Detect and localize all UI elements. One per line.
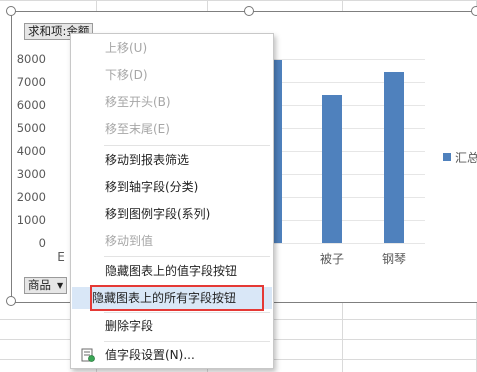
menu-item-label: 移动到值 — [105, 234, 154, 248]
menu-item-label: 移至末尾(E) — [105, 122, 170, 136]
resize-handle-bottom-left[interactable] — [6, 296, 16, 306]
menu-item-label: 下移(D) — [105, 68, 148, 82]
menu-item-move-to-axis-field[interactable]: 移到轴字段(分类) — [72, 176, 272, 198]
resize-handle-top-middle[interactable] — [244, 6, 254, 16]
x-category-label: E — [57, 250, 65, 264]
menu-separator — [104, 145, 270, 146]
menu-item-label: 删除字段 — [105, 319, 154, 333]
menu-item-move-to-values[interactable]: 移动到值 — [72, 230, 272, 252]
resize-handle-top-left[interactable] — [6, 6, 16, 16]
legend-swatch — [443, 153, 451, 161]
grid-row-line — [0, 0, 477, 1]
menu-separator — [104, 312, 270, 313]
menu-item-label: 移动到报表筛选 — [105, 153, 190, 167]
context-menu: 上移(U) 下移(D) 移至开头(B) 移至末尾(E) 移动到报表筛选 移到轴字… — [70, 33, 274, 369]
menu-item-label: 上移(U) — [105, 41, 148, 55]
menu-item-hide-value-field-buttons[interactable]: 隐藏图表上的值字段按钮 — [72, 260, 272, 282]
y-tick-label: 1000 — [16, 213, 46, 227]
menu-item-label: 移到图例字段(系列) — [105, 207, 211, 221]
x-category-label: 钢琴 — [381, 252, 406, 266]
y-tick-label: 3000 — [16, 167, 46, 181]
y-tick-label: 4000 — [16, 144, 46, 158]
legend-label: 汇总 — [455, 151, 477, 165]
y-tick-label: 5000 — [16, 121, 46, 135]
menu-item-move-up[interactable]: 上移(U) — [72, 37, 272, 59]
field-settings-icon — [81, 348, 95, 362]
menu-item-label: 值字段设置(N)... — [105, 348, 195, 362]
category-field-button[interactable]: 商品 ▼ — [24, 277, 68, 294]
x-category-label: 被子 — [319, 252, 344, 266]
menu-item-label: 移到轴字段(分类) — [105, 180, 199, 194]
y-tick-label: 7000 — [16, 75, 46, 89]
menu-item-move-to-legend-field[interactable]: 移到图例字段(系列) — [72, 203, 272, 225]
menu-item-move-down[interactable]: 下移(D) — [72, 64, 272, 86]
y-tick-label: 6000 — [16, 98, 46, 112]
resize-handle-top-right[interactable] — [471, 6, 477, 16]
menu-item-move-to-report-filter[interactable]: 移动到报表筛选 — [72, 149, 272, 171]
y-tick-label: 2000 — [16, 190, 46, 204]
category-field-label: 商品 — [28, 278, 51, 292]
menu-item-label: 移至开头(B) — [105, 95, 171, 109]
highlight-box — [90, 285, 264, 311]
y-tick-label: 8000 — [16, 52, 46, 66]
menu-item-remove-field[interactable]: 删除字段 — [72, 315, 272, 337]
menu-item-label: 隐藏图表上的值字段按钮 — [105, 264, 238, 278]
menu-separator — [104, 341, 270, 342]
menu-item-move-to-end[interactable]: 移至末尾(E) — [72, 118, 272, 140]
chart-bar — [384, 71, 404, 243]
dropdown-arrow-icon: ▼ — [57, 281, 64, 290]
menu-item-value-field-settings[interactable]: 值字段设置(N)... — [72, 344, 272, 366]
y-tick-label: 0 — [38, 236, 46, 250]
menu-item-move-to-start[interactable]: 移至开头(B) — [72, 91, 272, 113]
chart-bar — [322, 94, 342, 243]
menu-separator — [104, 256, 270, 257]
